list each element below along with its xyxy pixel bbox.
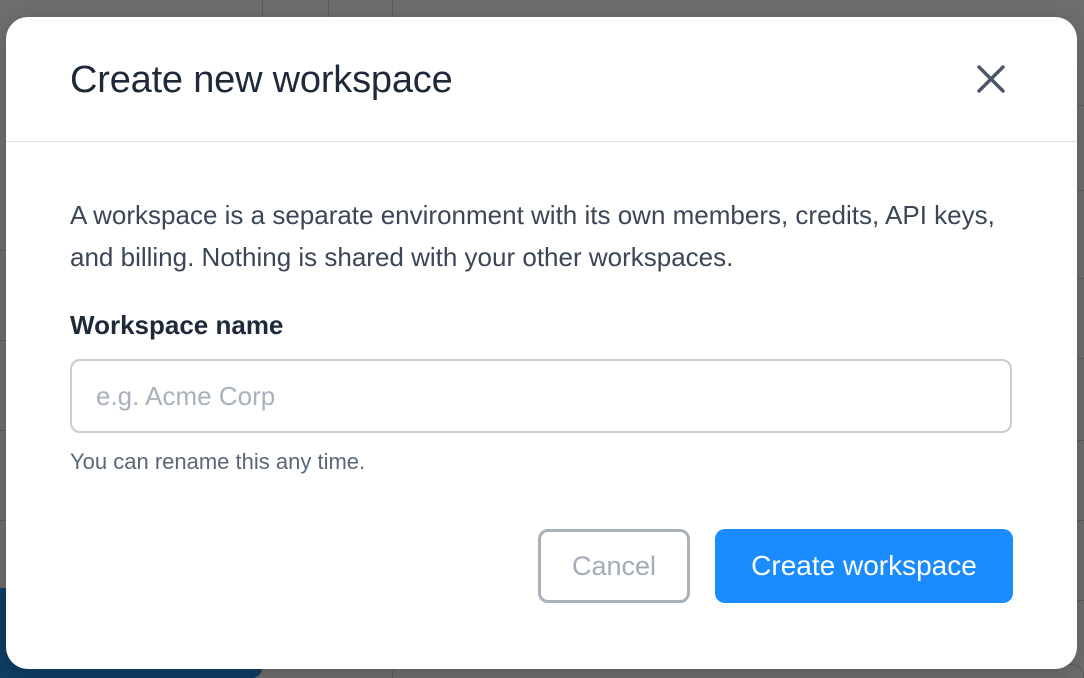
close-button[interactable]	[971, 59, 1011, 99]
workspace-name-label: Workspace name	[70, 310, 284, 340]
background-divider	[1076, 358, 1084, 359]
background-divider	[1076, 190, 1084, 191]
dialog-description: A workspace is a separate environment wi…	[70, 200, 995, 272]
background-divider	[1076, 105, 1084, 106]
dialog-title: Create new workspace	[70, 59, 453, 101]
dialog-header: Create new workspace	[6, 17, 1077, 142]
workspace-name-help: You can rename this any time.	[70, 449, 366, 474]
background-divider	[1076, 520, 1084, 521]
cancel-button[interactable]: Cancel	[538, 529, 690, 603]
create-workspace-dialog: Create new workspace A workspace is a se…	[6, 17, 1077, 669]
background-divider	[1076, 278, 1084, 279]
create-workspace-button[interactable]: Create workspace	[715, 529, 1013, 603]
background-divider	[1076, 600, 1084, 601]
background-divider	[1076, 440, 1084, 441]
close-icon	[971, 59, 1011, 99]
workspace-name-input[interactable]	[70, 359, 1012, 433]
